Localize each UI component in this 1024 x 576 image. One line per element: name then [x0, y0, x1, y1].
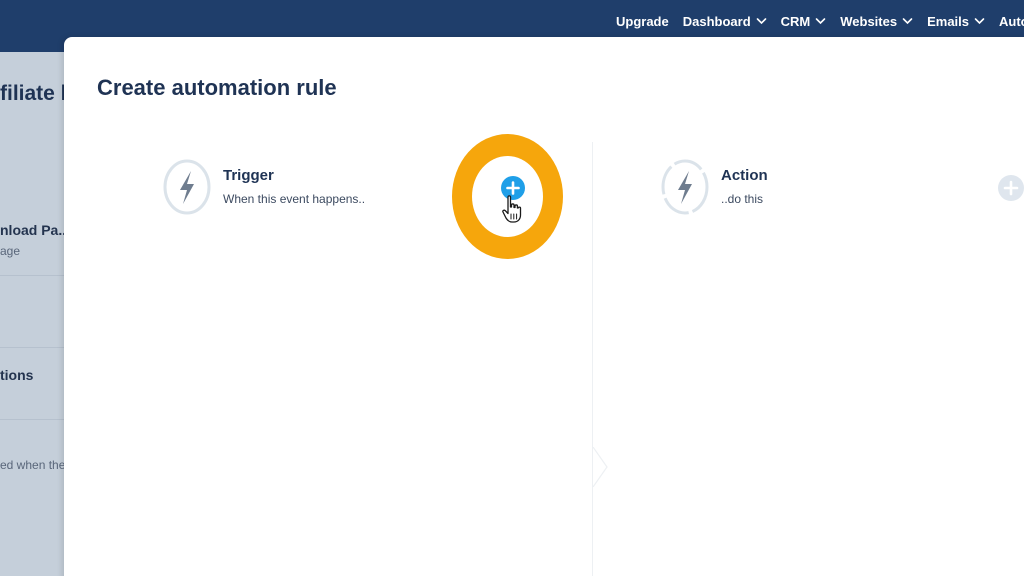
nav-websites-label: Websites [840, 13, 898, 29]
background-item-title: nload Pa... [0, 222, 64, 238]
action-subtitle: ..do this [721, 192, 764, 206]
nav-dashboard[interactable]: Dashboard [683, 14, 767, 29]
background-list-item [0, 276, 64, 348]
trigger-lightning-icon [163, 159, 211, 215]
background-item-subtitle: age [0, 244, 21, 258]
nav-websites[interactable]: Websites [840, 14, 913, 29]
nav-emails[interactable]: Emails [927, 14, 985, 29]
add-action-button[interactable] [998, 175, 1024, 201]
background-page-title: filiate la [0, 82, 64, 105]
main-nav: Upgrade Dashboard CRM Websites Emails Au… [616, 0, 1024, 42]
modal-title: Create automation rule [97, 75, 337, 100]
nav-dashboard-label: Dashboard [682, 13, 751, 29]
action-lightning-icon [661, 159, 709, 215]
plus-icon [1003, 180, 1019, 196]
nav-emails-label: Emails [927, 13, 970, 29]
trigger-title: Trigger [223, 167, 274, 184]
nav-automations-label: Automatio [999, 13, 1024, 29]
column-divider [592, 142, 593, 576]
background-list-item: tions [0, 348, 64, 420]
hand-cursor-icon [502, 195, 522, 223]
trigger-subtitle: When this event happens.. [223, 192, 366, 206]
chevron-down-icon [902, 18, 913, 25]
background-item-title: tions [0, 367, 34, 383]
nav-automations[interactable]: Automatio [999, 14, 1024, 29]
nav-crm-label: CRM [780, 13, 811, 29]
chevron-down-icon [815, 18, 826, 25]
nav-crm[interactable]: CRM [781, 14, 827, 29]
background-page: filiate la nload Pa... age tions ed when… [0, 52, 64, 576]
nav-upgrade[interactable]: Upgrade [616, 14, 669, 29]
create-automation-modal: Create automation rule Trigger When this… [64, 37, 1024, 576]
chevron-down-icon [756, 18, 766, 25]
background-item-subtitle: ed when the [0, 458, 64, 472]
action-title: Action [721, 167, 768, 184]
background-list-item: nload Pa... age [0, 202, 64, 276]
background-list-item: ed when the [0, 420, 64, 576]
divider-arrow-notch [593, 447, 608, 487]
chevron-down-icon [974, 18, 985, 25]
nav-upgrade-label: Upgrade [616, 13, 669, 29]
